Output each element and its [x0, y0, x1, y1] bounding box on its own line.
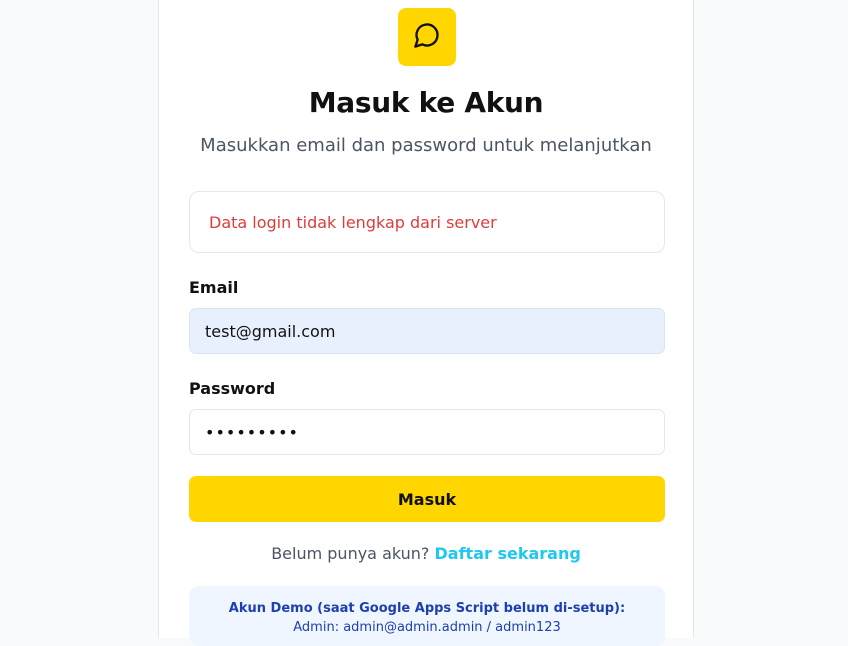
demo-account-box: Akun Demo (saat Google Apps Script belum…	[189, 586, 665, 646]
email-label: Email	[189, 278, 239, 297]
password-label: Password	[189, 379, 276, 398]
error-message: Data login tidak lengkap dari server	[209, 212, 497, 232]
email-field[interactable]	[189, 308, 665, 354]
login-card: Masuk ke Akun Masukkan email dan passwor…	[158, 0, 694, 646]
page-title: Masuk ke Akun	[308, 86, 544, 119]
login-button[interactable]: Masuk	[189, 476, 665, 522]
error-alert: Data login tidak lengkap dari server	[189, 191, 665, 253]
register-link[interactable]: Daftar sekarang	[435, 544, 581, 563]
register-prompt-row: Belum punya akun? Daftar sekarang	[159, 544, 693, 563]
register-prompt: Belum punya akun?	[271, 544, 430, 563]
logo	[398, 8, 456, 66]
chat-bubble-icon	[413, 21, 441, 53]
page-subtitle: Masukkan email dan password untuk melanj…	[200, 135, 652, 156]
demo-title: Akun Demo (saat Google Apps Script belum…	[228, 601, 626, 616]
password-field[interactable]	[189, 409, 665, 455]
